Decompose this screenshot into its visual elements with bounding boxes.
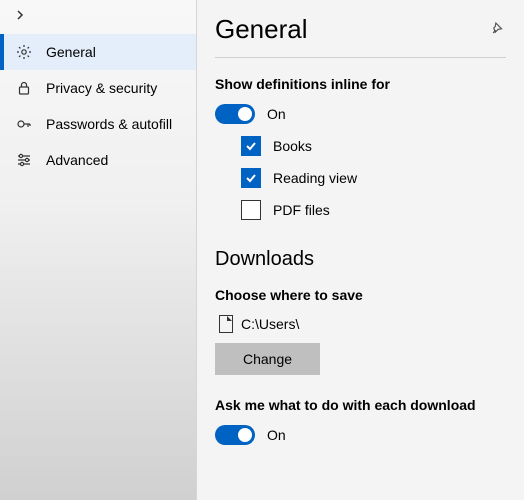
lock-icon xyxy=(16,80,32,96)
folder-icon xyxy=(219,315,233,333)
ask-download-toggle[interactable] xyxy=(215,425,255,445)
sidebar: General Privacy & security Passwords & a… xyxy=(0,0,196,500)
pin-icon[interactable] xyxy=(490,20,506,39)
checkbox-label: Books xyxy=(273,138,312,154)
sidebar-item-label: Advanced xyxy=(46,152,108,168)
download-path: C:\Users\ xyxy=(241,316,299,332)
download-path-row: C:\Users\ xyxy=(219,315,506,333)
definitions-toggle-row: On xyxy=(215,104,506,124)
back-arrow-icon[interactable] xyxy=(0,4,196,34)
sidebar-item-label: Passwords & autofill xyxy=(46,116,172,132)
sidebar-item-passwords[interactable]: Passwords & autofill xyxy=(0,106,196,142)
definitions-group: Show definitions inline for On Books Rea… xyxy=(215,76,506,220)
definitions-toggle[interactable] xyxy=(215,104,255,124)
toggle-label: On xyxy=(267,427,286,443)
downloads-heading: Downloads xyxy=(215,248,506,271)
header: General xyxy=(215,14,506,58)
key-icon xyxy=(16,116,32,132)
toggle-label: On xyxy=(267,106,286,122)
definitions-label: Show definitions inline for xyxy=(215,76,506,92)
page-title: General xyxy=(215,14,308,45)
checkbox-row-pdf: PDF files xyxy=(241,200,506,220)
choose-where-label: Choose where to save xyxy=(215,287,506,303)
checkbox-label: Reading view xyxy=(273,170,357,186)
sliders-icon xyxy=(16,152,32,168)
checkbox-pdf-files[interactable] xyxy=(241,200,261,220)
checkbox-label: PDF files xyxy=(273,202,330,218)
change-button[interactable]: Change xyxy=(215,343,320,375)
main-panel: General Show definitions inline for On B… xyxy=(196,0,524,500)
checkbox-row-reading: Reading view xyxy=(241,168,506,188)
gear-icon xyxy=(16,44,32,60)
checkbox-reading-view[interactable] xyxy=(241,168,261,188)
sidebar-item-label: General xyxy=(46,44,96,60)
sidebar-item-privacy[interactable]: Privacy & security xyxy=(0,70,196,106)
sidebar-item-advanced[interactable]: Advanced xyxy=(0,142,196,178)
ask-toggle-row: On xyxy=(215,425,506,445)
checkbox-row-books: Books xyxy=(241,136,506,156)
sidebar-item-general[interactable]: General xyxy=(0,34,196,70)
downloads-group: Downloads Choose where to save C:\Users\… xyxy=(215,248,506,445)
sidebar-item-label: Privacy & security xyxy=(46,80,157,96)
checkbox-books[interactable] xyxy=(241,136,261,156)
ask-download-label: Ask me what to do with each download xyxy=(215,397,506,413)
